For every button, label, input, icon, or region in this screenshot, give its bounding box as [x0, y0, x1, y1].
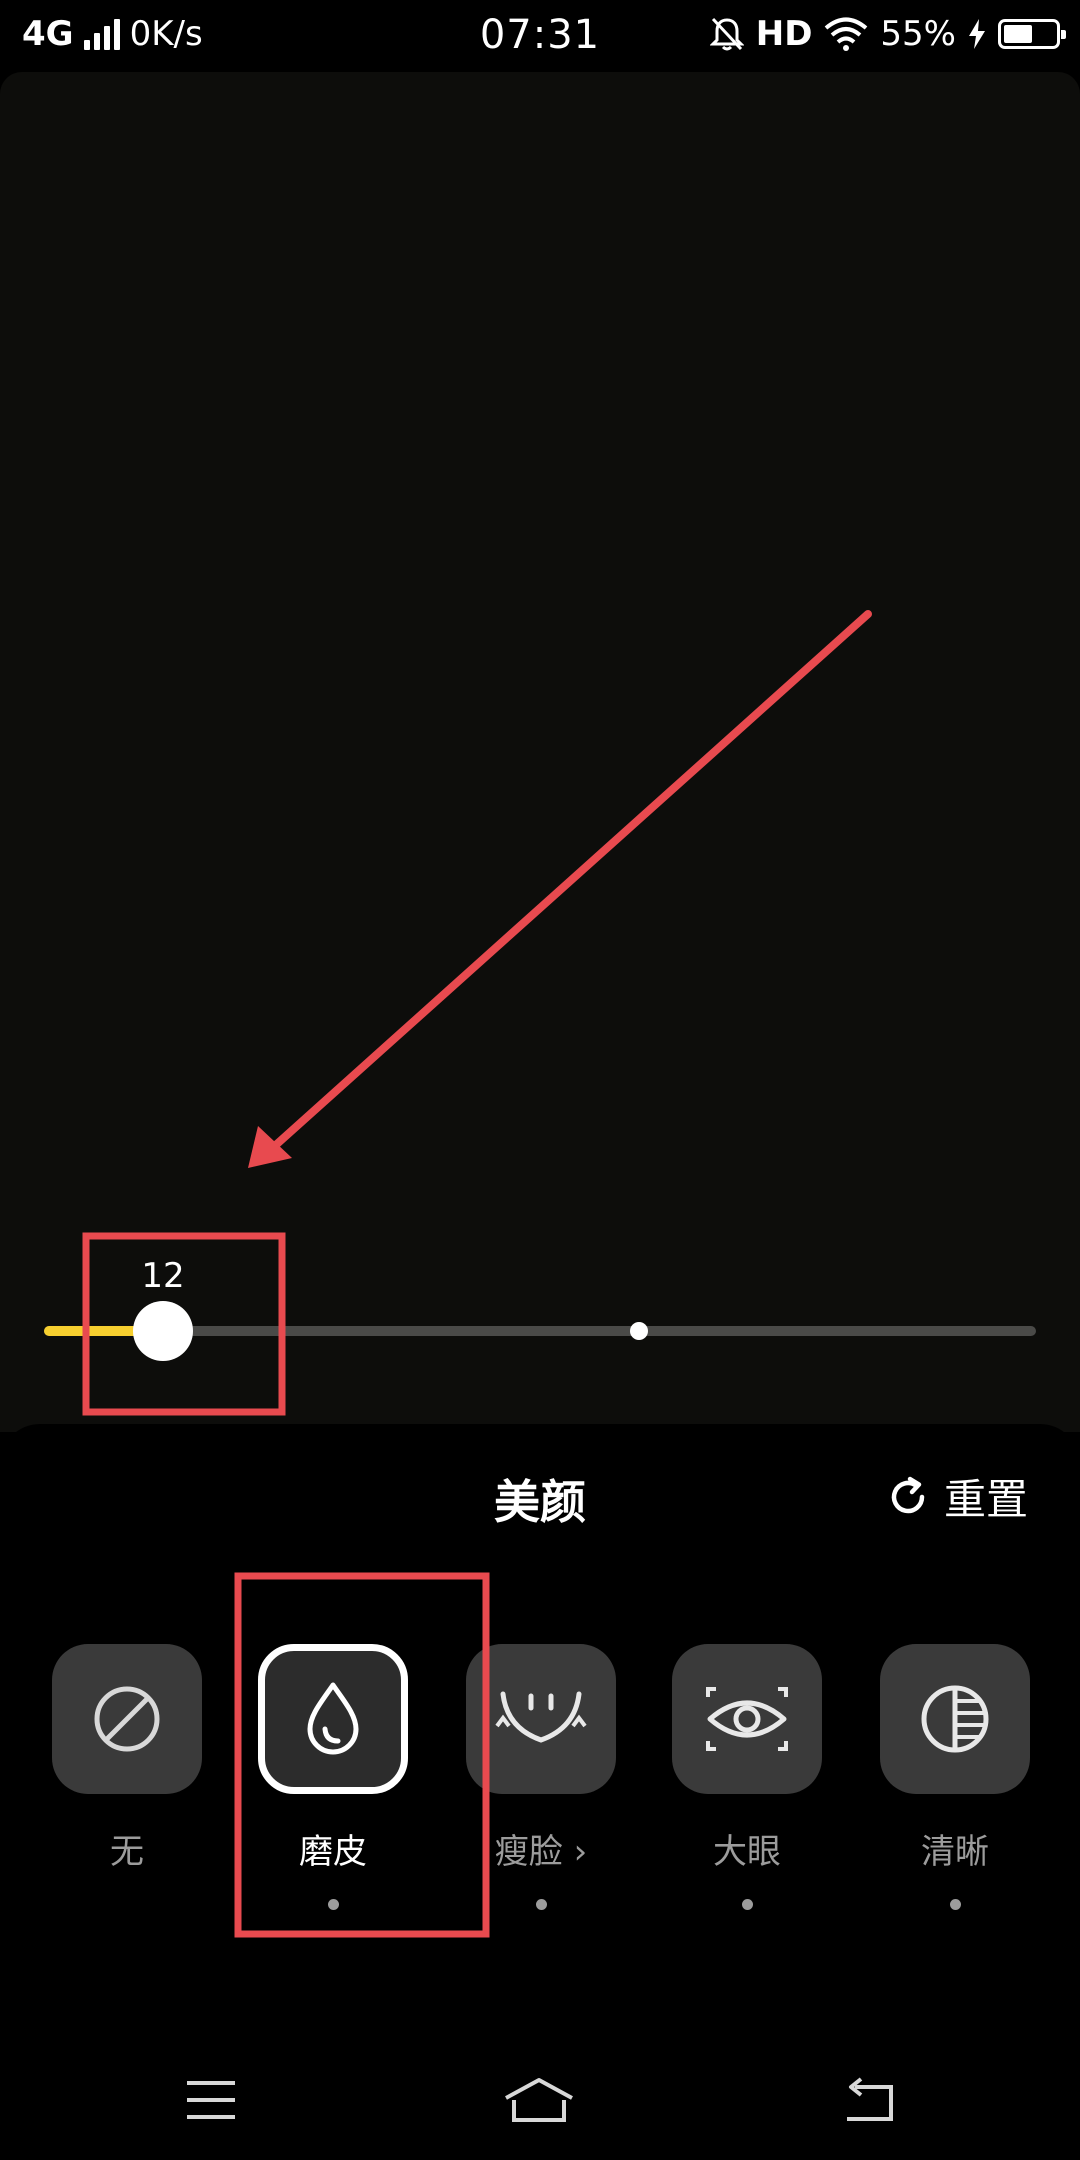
charging-icon	[969, 19, 985, 49]
home-button[interactable]	[494, 2070, 584, 2130]
status-bar: 4G 0K/s 07:31 HD 55%	[0, 0, 1080, 72]
tool-none-tile[interactable]	[52, 1644, 202, 1794]
reset-label: 重置	[943, 1475, 1028, 1524]
slider-thumb[interactable]	[133, 1301, 194, 1361]
tool-none[interactable]: 无	[52, 1644, 202, 1873]
no-effect-icon	[94, 1686, 160, 1752]
eye-icon	[706, 1687, 788, 1751]
tool-slim-face[interactable]: 瘦脸 ›	[466, 1644, 616, 1910]
tool-smooth-dot	[327, 1899, 339, 1910]
tool-smooth[interactable]: 磨皮	[258, 1644, 408, 1910]
back-button[interactable]	[824, 2070, 914, 2130]
menu-button[interactable]	[166, 2070, 256, 2130]
battery-level	[1004, 25, 1032, 43]
status-right: HD 55%	[709, 14, 1066, 54]
beauty-tools: 无 磨皮 瘦脸 › 大眼 清晰	[0, 1644, 1080, 1944]
slider-default-mark	[630, 1322, 649, 1340]
tool-sharpen-dot	[949, 1899, 961, 1910]
tool-sharpen[interactable]: 清晰	[880, 1644, 1030, 1910]
reset-button[interactable]: 重置	[886, 1466, 1028, 1527]
wifi-icon	[825, 17, 868, 51]
tool-slim-face-label: 瘦脸 ›	[494, 1832, 588, 1872]
tool-smooth-label: 磨皮	[299, 1832, 367, 1872]
bell-muted-icon	[709, 17, 744, 51]
beauty-strength-slider[interactable]: 12	[44, 1256, 1036, 1370]
tool-slim-face-dot	[535, 1899, 547, 1910]
face-slim-icon	[495, 1691, 587, 1743]
menu-icon	[187, 2081, 235, 2119]
hd-indicator: HD	[755, 14, 813, 54]
reset-icon	[891, 1476, 925, 1513]
tool-big-eye-dot	[741, 1899, 753, 1910]
tool-smooth-tile[interactable]	[258, 1644, 408, 1794]
tool-big-eye-label: 大眼	[713, 1832, 781, 1872]
home-icon	[505, 2078, 573, 2122]
sharpness-icon	[921, 1685, 989, 1753]
tool-slim-face-tile[interactable]	[466, 1644, 616, 1794]
camera-beauty-screen: 4G 0K/s 07:31 HD 55% 12 美颜 重置 无 磨皮 瘦脸 › …	[0, 0, 1080, 2160]
back-icon	[847, 2077, 893, 2121]
tool-none-label: 无	[110, 1832, 144, 1872]
tool-big-eye-tile[interactable]	[672, 1644, 822, 1794]
tool-big-eye[interactable]: 大眼	[672, 1644, 822, 1910]
slider-value: 12	[141, 1256, 185, 1296]
camera-preview[interactable]	[0, 72, 1080, 1432]
navigation-bar	[0, 2040, 1080, 2160]
battery-percent: 55%	[880, 14, 956, 54]
tool-sharpen-tile[interactable]	[880, 1644, 1030, 1794]
water-drop-icon	[307, 1682, 359, 1755]
battery-icon	[998, 19, 1066, 49]
beauty-panel: 美颜 重置 无 磨皮 瘦脸 › 大眼 清晰	[0, 1424, 1080, 2024]
tool-sharpen-label: 清晰	[921, 1832, 989, 1872]
